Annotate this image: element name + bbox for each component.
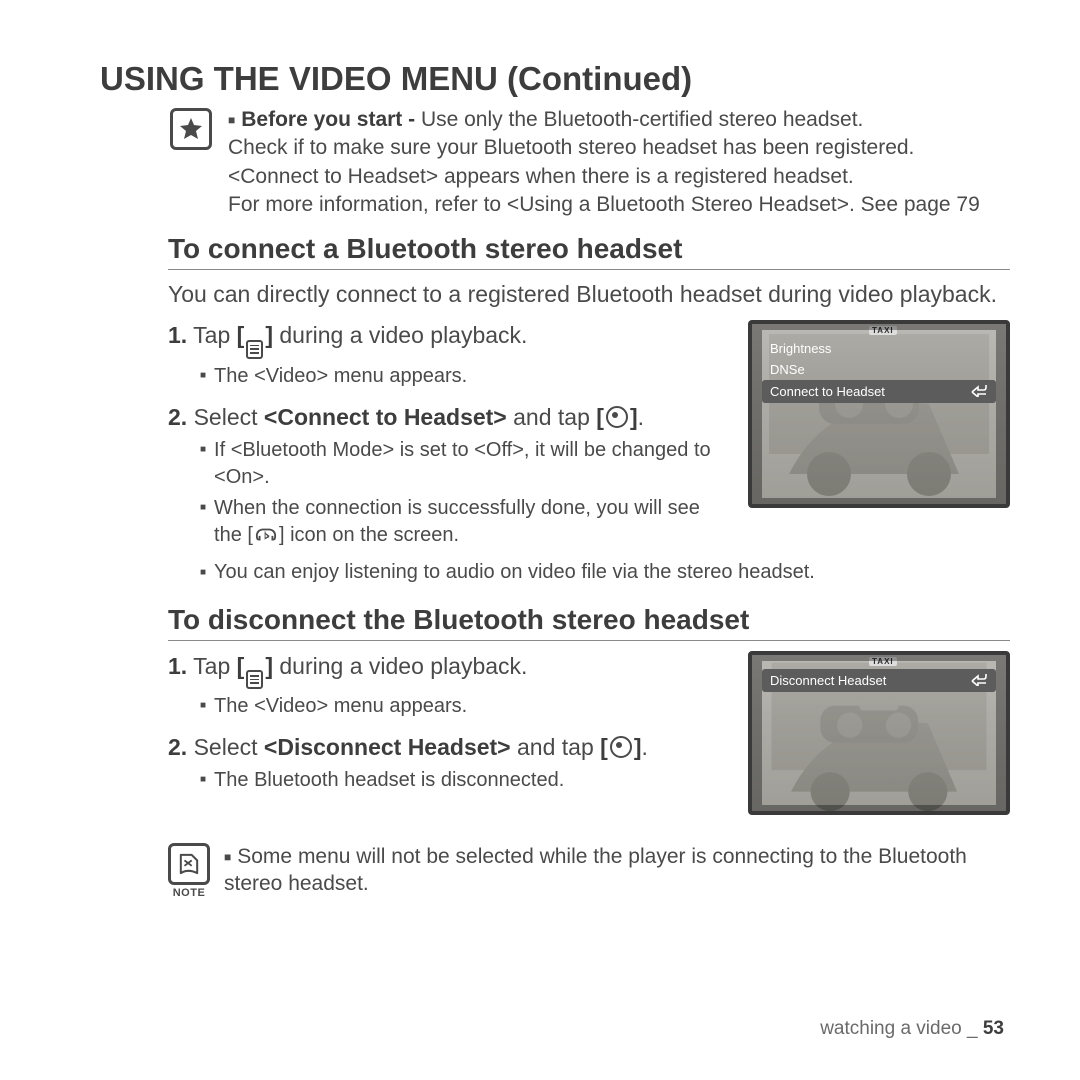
step-2-connect: 2. Select <Connect to Headset> and tap [… (168, 402, 726, 433)
before-you-start-text: ■Before you start - Use only the Bluetoo… (228, 106, 980, 219)
select-icon (604, 406, 630, 428)
page-footer: watching a video _ 53 (820, 1018, 1004, 1040)
select-icon (608, 736, 634, 758)
heading-disconnect: To disconnect the Bluetooth stereo heads… (168, 604, 1010, 641)
step-1-sub-connect: The <Video> menu appears. (214, 363, 467, 390)
heading-connect: To connect a Bluetooth stereo headset (168, 233, 1010, 270)
return-icon (970, 672, 988, 689)
star-icon (170, 108, 212, 150)
note-icon (168, 843, 210, 885)
device-screenshot-disconnect: TAXI Disconnect Headset (748, 651, 1010, 815)
page-title: USING THE VIDEO MENU (Continued) (100, 60, 1010, 98)
step-2-disconnect: 2. Select <Disconnect Headset> and tap [… (168, 732, 726, 763)
menu-item-disconnect-headset: Disconnect Headset (770, 673, 886, 688)
note-text: ■Some menu will not be selected while th… (224, 843, 1010, 898)
return-icon (970, 383, 988, 400)
step-1-disconnect: 1. Tap [] during a video playback. (168, 651, 726, 689)
step-1-connect: 1. Tap [] during a video playback. (168, 320, 726, 358)
step-2-sub3-connect: You can enjoy listening to audio on vide… (214, 561, 815, 584)
step-2-sub-disconnect: The Bluetooth headset is disconnected. (214, 767, 564, 794)
menu-icon (244, 670, 265, 689)
menu-item-connect-headset: Connect to Headset (770, 384, 885, 399)
device-screenshot-connect: TAXI Brightness DNSe Connect to Headset (748, 320, 1010, 508)
menu-icon (244, 340, 265, 359)
bluetooth-headset-icon (253, 526, 279, 544)
menu-item-brightness: Brightness (770, 341, 831, 356)
note-label: NOTE (173, 887, 206, 899)
step-2-sub1-connect: If <Bluetooth Mode> is set to <Off>, it … (214, 437, 726, 491)
step-1-sub-disconnect: The <Video> menu appears. (214, 693, 467, 720)
intro-connect: You can directly connect to a registered… (168, 280, 1010, 310)
step-2-sub2-connect: When the connection is successfully done… (214, 495, 726, 549)
menu-item-dnse: DNSe (770, 362, 805, 377)
